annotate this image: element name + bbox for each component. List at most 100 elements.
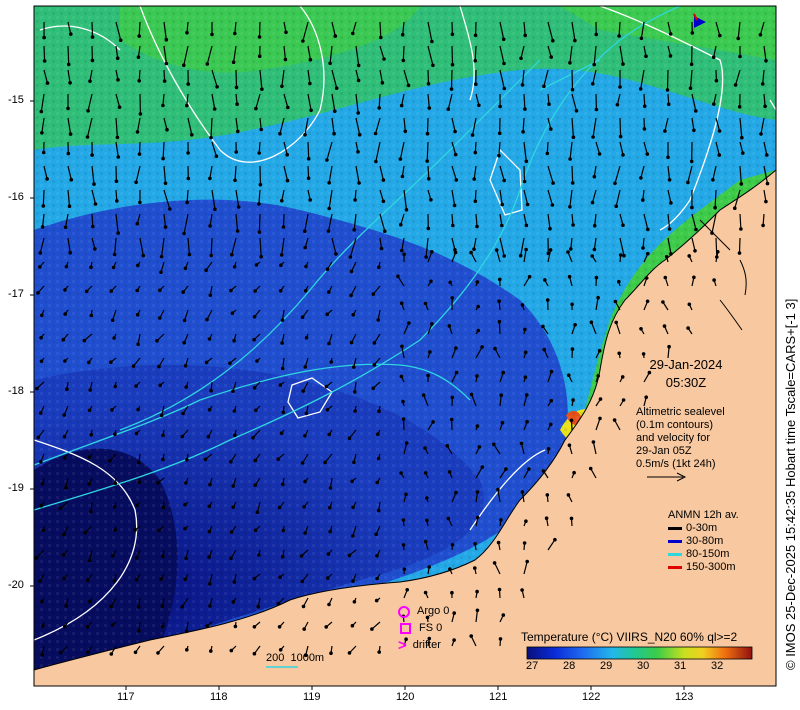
- velocity-arrow-head: [614, 320, 618, 325]
- velocity-arrow-head: [427, 177, 431, 181]
- velocity-arrow-head: [231, 600, 236, 604]
- velocity-arrow-head: [61, 553, 66, 557]
- velocity-arrow-head: [304, 264, 308, 269]
- velocity-arrow-head: [228, 361, 232, 366]
- velocity-arrow-head: [523, 350, 528, 355]
- velocity-arrow-head: [212, 107, 217, 111]
- velocity-arrow-head: [61, 337, 66, 342]
- velocity-arrow-head: [252, 386, 257, 390]
- velocity-arrow-head: [206, 434, 211, 439]
- depth-legend: ANMN 12h av. 0-30m 30-80m 80-150m 150-30…: [668, 509, 739, 574]
- velocity-arrow-head: [280, 555, 285, 559]
- velocity-arrow-head: [252, 576, 257, 581]
- velocity-arrow-head: [452, 611, 457, 615]
- velocity-arrow-head: [371, 292, 376, 296]
- velocity-arrow-head: [596, 295, 600, 300]
- velocity-arrow-head: [159, 413, 164, 418]
- velocity-arrow-head: [182, 340, 186, 345]
- velocity-arrow-head: [135, 312, 140, 317]
- velocity-arrow-head: [285, 152, 290, 157]
- velocity-arrow-head: [710, 231, 714, 235]
- velocity-arrow: [378, 93, 381, 108]
- velocity-arrow-head: [326, 229, 331, 233]
- colorbar-tick-label: 27: [526, 660, 539, 672]
- velocity-arrow-head: [207, 529, 212, 534]
- velocity-arrow-head: [183, 364, 188, 368]
- velocity-arrow-head: [253, 528, 258, 533]
- velocity-arrow-head: [207, 408, 212, 412]
- velocity-arrow-head: [67, 204, 72, 208]
- velocity-arrow-head: [666, 155, 670, 160]
- velocity-arrow-head: [308, 198, 313, 202]
- velocity-arrow-head: [256, 604, 261, 609]
- velocity-arrow-head: [281, 482, 285, 487]
- velocity-arrow-head: [588, 466, 593, 471]
- velocity-arrow-head: [63, 359, 67, 363]
- velocity-arrow: [715, 237, 718, 258]
- velocity-arrow-head: [233, 433, 237, 438]
- velocity-arrow-head: [686, 326, 690, 330]
- velocity-arrow-head: [765, 181, 770, 186]
- velocity-arrow-head: [692, 275, 696, 280]
- velocity-arrow-head: [760, 82, 765, 86]
- velocity-arrow-head: [545, 151, 550, 156]
- velocity-arrow-head: [642, 127, 647, 131]
- velocity-arrow-head: [401, 543, 406, 547]
- velocity-arrow-head: [497, 299, 501, 304]
- velocity-arrow: [619, 117, 622, 137]
- velocity-arrow-head: [448, 567, 452, 571]
- velocity-arrow-head: [207, 337, 212, 341]
- velocity-arrow-head: [639, 327, 643, 331]
- velocity-arrow: [498, 321, 501, 335]
- square-marker-icon: [400, 623, 411, 634]
- velocity-arrow-head: [402, 567, 407, 571]
- note-line: (0.1m contours): [636, 419, 714, 431]
- velocity-arrow-head: [527, 274, 532, 279]
- velocity-arrow-head: [448, 280, 453, 285]
- velocity-arrow-head: [450, 296, 455, 300]
- velocity-arrow-head: [329, 360, 334, 364]
- temperature-colorbar: [526, 646, 753, 660]
- velocity-arrow-head: [622, 253, 626, 258]
- velocity-arrow-head: [113, 481, 118, 486]
- isobath-label: 200 1000m: [266, 652, 325, 664]
- velocity-arrow-head: [64, 264, 69, 269]
- velocity-arrow-head: [567, 373, 571, 378]
- colorbar-title: Temperature (°C) VIIRS_N20 60% ql>=2: [521, 630, 738, 644]
- red-arrow-icon: [668, 566, 682, 569]
- velocity-arrow-head: [549, 55, 553, 59]
- velocity-arrow-head: [133, 650, 138, 655]
- velocity-arrow-head: [161, 156, 165, 161]
- observation-time: 05:30Z: [665, 375, 707, 390]
- velocity-arrow-head: [570, 302, 574, 307]
- velocity-arrow-head: [39, 504, 43, 508]
- velocity-arrow-head: [717, 129, 722, 133]
- velocity-arrow-head: [356, 78, 361, 83]
- velocity-arrow-head: [401, 518, 406, 522]
- velocity-arrow-head: [612, 418, 617, 422]
- velocity-arrow-head: [329, 651, 333, 655]
- velocity-arrow-head: [327, 432, 332, 437]
- velocity-arrow-head: [277, 625, 282, 629]
- velocity-arrow-head: [40, 653, 44, 657]
- velocity-arrow-head: [523, 33, 527, 38]
- velocity-arrow-head: [259, 254, 264, 259]
- velocity-arrow-head: [347, 553, 352, 558]
- velocity-arrow-head: [233, 624, 238, 629]
- velocity-arrow-head: [351, 313, 356, 317]
- velocity-arrow-head: [590, 254, 594, 258]
- velocity-arrow-head: [449, 87, 454, 91]
- velocity-arrow-head: [63, 288, 67, 292]
- velocity-arrow-head: [431, 420, 435, 424]
- velocity-arrow-head: [109, 289, 114, 293]
- velocity-arrow-head: [334, 252, 338, 256]
- velocity-arrow-head: [162, 79, 167, 83]
- velocity-arrow-head: [761, 223, 765, 228]
- velocity-arrow-head: [475, 490, 480, 494]
- velocity-arrow-head: [135, 503, 139, 508]
- altimetry-notes: Altimetric sealevel (0.1m contours) and …: [636, 406, 725, 471]
- velocity-arrow-head: [494, 248, 499, 252]
- velocity-arrow: [379, 21, 382, 38]
- velocity-arrow-head: [285, 178, 290, 183]
- velocity-arrow-head: [618, 85, 622, 89]
